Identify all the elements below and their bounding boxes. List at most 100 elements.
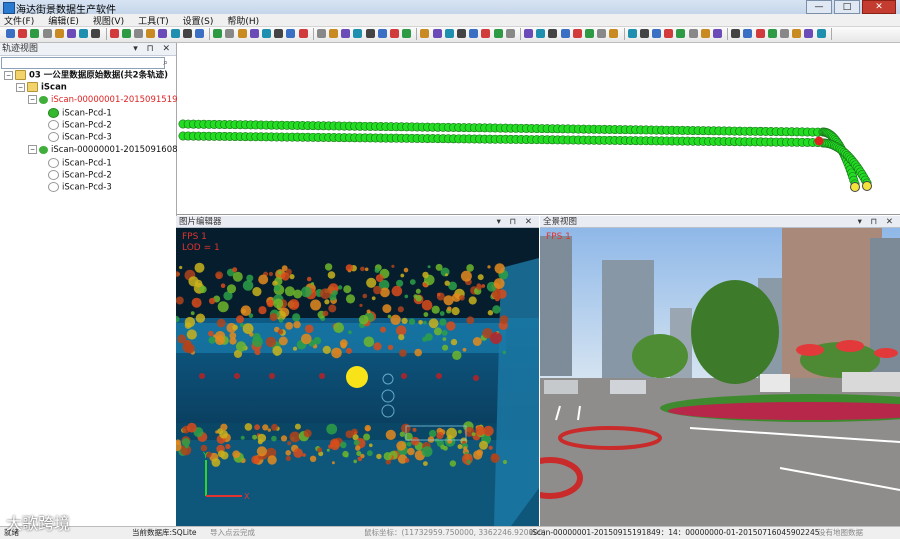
- toolbar-button[interactable]: [767, 29, 777, 38]
- toolbar-button[interactable]: [195, 29, 204, 38]
- tree-track-1[interactable]: − iScan-00000001-20150915191849: [28, 95, 199, 106]
- panel-controls[interactable]: ▾ ⊓ ✕: [133, 43, 173, 55]
- toolbar-button[interactable]: [67, 29, 76, 38]
- toolbar-button[interactable]: [457, 29, 466, 38]
- toolbar-button[interactable]: [91, 29, 101, 38]
- toolbar-button[interactable]: [743, 29, 753, 38]
- toolbar-button[interactable]: [341, 29, 351, 38]
- status-map-data: 没有地图数据: [818, 528, 863, 537]
- close-button[interactable]: ✕: [862, 0, 896, 14]
- toolbar-button[interactable]: [79, 29, 89, 38]
- toolbar-button[interactable]: [536, 29, 546, 38]
- toolbar-button[interactable]: [6, 29, 15, 38]
- toolbar-button[interactable]: [585, 29, 594, 38]
- toolbar-button[interactable]: [109, 29, 119, 38]
- toolbar-button[interactable]: [54, 29, 64, 38]
- toolbar-button[interactable]: [597, 29, 607, 38]
- panorama-image[interactable]: [540, 228, 900, 526]
- menu-file[interactable]: 文件(F): [4, 14, 34, 27]
- toolbar-button[interactable]: [213, 29, 223, 38]
- toolbar-button[interactable]: [170, 29, 180, 38]
- track-map-view[interactable]: [177, 43, 900, 215]
- toolbar-separator: [312, 28, 314, 40]
- toolbar-button[interactable]: [804, 29, 814, 38]
- toolbar-separator: [727, 28, 729, 40]
- track-search-input[interactable]: [1, 57, 165, 69]
- toolbar-button[interactable]: [262, 29, 271, 38]
- menu-help[interactable]: 帮助(H): [227, 14, 259, 27]
- toolbar-button[interactable]: [676, 29, 686, 38]
- toolbar-button[interactable]: [18, 29, 28, 38]
- toolbar-button[interactable]: [353, 29, 363, 38]
- toolbar-button[interactable]: [444, 29, 454, 38]
- toolbar-button[interactable]: [390, 29, 399, 38]
- point-cloud-icon: [48, 158, 59, 168]
- toolbar-button[interactable]: [792, 29, 802, 38]
- tree-item[interactable]: iScan-Pcd-3: [48, 132, 112, 143]
- toolbar-button[interactable]: [402, 29, 412, 38]
- tree-item[interactable]: iScan-Pcd-2: [48, 120, 112, 131]
- toolbar-button[interactable]: [505, 29, 515, 38]
- toolbar-button[interactable]: [627, 29, 637, 38]
- toolbar-button[interactable]: [432, 29, 442, 38]
- toolbar-separator: [830, 28, 832, 40]
- toolbar-button[interactable]: [713, 29, 722, 38]
- toolbar-button[interactable]: [731, 29, 741, 38]
- tree-item[interactable]: iScan-Pcd-3: [48, 182, 112, 193]
- toolbar-button[interactable]: [329, 29, 338, 38]
- maximize-button[interactable]: □: [834, 0, 860, 14]
- toolbar-button[interactable]: [225, 29, 235, 38]
- panel-controls[interactable]: ▾ ⊓ ✕: [858, 216, 896, 228]
- toolbar-button[interactable]: [249, 29, 259, 38]
- toolbar-button[interactable]: [286, 29, 296, 38]
- tree-root[interactable]: −03 一公里数据原始数据(共2条轨迹): [4, 70, 168, 81]
- point-cloud-view[interactable]: Y X: [176, 228, 539, 526]
- tree-group-iscan[interactable]: − iScan: [16, 82, 67, 93]
- minimize-button[interactable]: —: [806, 0, 832, 14]
- toolbar-button[interactable]: [493, 29, 503, 38]
- track-icon: [39, 95, 48, 104]
- toolbar-button[interactable]: [469, 29, 479, 38]
- toolbar-button[interactable]: [316, 29, 326, 38]
- tree-item[interactable]: iScan-Pcd-1: [48, 108, 112, 119]
- toolbar-button[interactable]: [700, 29, 710, 38]
- toolbar-button[interactable]: [755, 29, 765, 38]
- toolbar-button[interactable]: [274, 29, 284, 38]
- menu-settings[interactable]: 设置(S): [183, 14, 214, 27]
- toolbar-button[interactable]: [524, 29, 533, 38]
- toolbar-button[interactable]: [237, 29, 247, 38]
- toolbar-separator: [623, 28, 625, 40]
- toolbar-button[interactable]: [158, 29, 168, 38]
- tree-item[interactable]: iScan-Pcd-1: [48, 158, 112, 169]
- toolbar-button[interactable]: [146, 29, 156, 38]
- toolbar-button[interactable]: [121, 29, 131, 38]
- toolbar-button[interactable]: [365, 29, 375, 38]
- menu-tools[interactable]: 工具(T): [138, 14, 169, 27]
- toolbar-button[interactable]: [609, 29, 619, 38]
- toolbar-button[interactable]: [42, 29, 52, 38]
- toolbar-button[interactable]: [780, 29, 789, 38]
- toolbar: [0, 27, 900, 43]
- menu-view[interactable]: 视图(V): [93, 14, 124, 27]
- search-icon[interactable]: ⌕: [163, 58, 168, 68]
- panel-controls[interactable]: ▾ ⊓ ✕: [497, 216, 535, 228]
- toolbar-button[interactable]: [639, 29, 649, 38]
- toolbar-button[interactable]: [134, 29, 143, 38]
- toolbar-button[interactable]: [816, 29, 826, 38]
- toolbar-button[interactable]: [30, 29, 40, 38]
- toolbar-button[interactable]: [298, 29, 308, 38]
- tree-item[interactable]: iScan-Pcd-2: [48, 170, 112, 181]
- toolbar-button[interactable]: [664, 29, 674, 38]
- toolbar-button[interactable]: [377, 29, 387, 38]
- toolbar-button[interactable]: [182, 29, 192, 38]
- toolbar-button[interactable]: [572, 29, 582, 38]
- toolbar-button[interactable]: [420, 29, 430, 38]
- toolbar-button[interactable]: [481, 29, 491, 38]
- menu-edit[interactable]: 编辑(E): [48, 14, 79, 27]
- toolbar-button[interactable]: [688, 29, 698, 38]
- track-canvas[interactable]: [177, 43, 900, 214]
- toolbar-button[interactable]: [548, 29, 558, 38]
- toolbar-button[interactable]: [560, 29, 570, 38]
- toolbar-button[interactable]: [652, 29, 661, 38]
- tree-track-2[interactable]: − iScan-00000001-20150916081828: [28, 145, 199, 156]
